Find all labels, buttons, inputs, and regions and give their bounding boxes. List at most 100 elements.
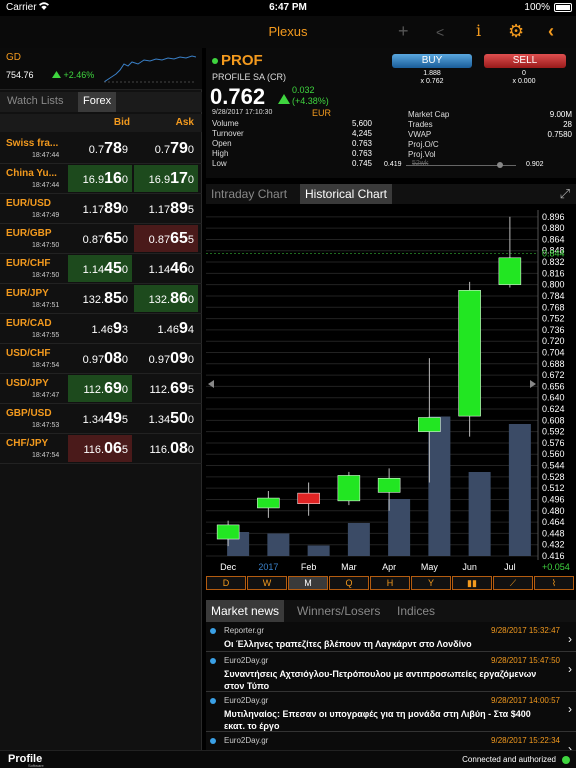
x-tick-label: May <box>421 562 439 572</box>
period-button[interactable]: H <box>370 576 410 590</box>
connection-icon <box>562 756 570 764</box>
historical-chart[interactable]: 0.896 0.880 0.864 0.848 0.832 0.816 0.800 0.784… <box>206 206 576 574</box>
ask-price[interactable]: 16.9170 <box>134 165 198 192</box>
up-arrow-icon <box>52 71 61 78</box>
news-item[interactable]: Euro2Day.gr 9/28/2017 15:22:34 › <box>206 732 576 750</box>
y-tick-label: 0.608 <box>542 415 565 425</box>
ask-price[interactable]: 0.97090 <box>134 345 198 372</box>
share-icon[interactable]: < <box>436 24 444 40</box>
bid-price[interactable]: 116.065 <box>68 435 132 462</box>
period-button[interactable]: Q <box>329 576 369 590</box>
expand-icon[interactable]: ⤢ <box>560 186 570 202</box>
fx-row[interactable]: EUR/USD 18:47:49 1.17890 1.17895 <box>0 194 202 224</box>
connection-status: Connected and authorized <box>462 755 556 764</box>
fx-row[interactable]: EUR/GBP 18:47:50 0.87650 0.87655 <box>0 224 202 254</box>
back-icon[interactable]: ‹ <box>548 21 554 42</box>
fx-row[interactable]: CHF/JPY 18:47:54 116.065 116.080 <box>0 434 202 464</box>
index-summary[interactable]: GD 754.76 +2.46% <box>0 48 202 90</box>
quote-symbol: PROF <box>221 52 263 69</box>
bid-price[interactable]: 1.4693 <box>68 315 132 342</box>
period-button[interactable]: ▮▮ <box>452 576 492 590</box>
live-indicator <box>212 58 218 64</box>
add-icon[interactable]: + <box>398 21 409 42</box>
period-button[interactable]: ⌇ <box>534 576 574 590</box>
chart-tabs: Intraday Chart Historical Chart ⤢ <box>206 184 576 204</box>
x-tick-label: Feb <box>301 562 317 572</box>
fx-row[interactable]: Swiss fra... 18:47:44 0.7789 0.7790 <box>0 134 202 164</box>
app-title: Plexus <box>268 24 308 39</box>
clock: 6:47 PM <box>269 2 307 13</box>
fx-row[interactable]: EUR/JPY 18:47:51 132.850 132.860 <box>0 284 202 314</box>
period-button[interactable]: Y <box>411 576 451 590</box>
news-tabs: Market news Winners/Losers Indices <box>206 600 576 622</box>
fx-time: 18:47:54 <box>32 362 60 369</box>
ask-price[interactable]: 112.695 <box>134 375 198 402</box>
ask-price[interactable]: 1.17895 <box>134 195 198 222</box>
stat-row: Volume 5,600 <box>212 119 372 129</box>
news-item[interactable]: Euro2Day.gr 9/28/2017 14:00:57 Μυτιληναίος… <box>206 692 576 732</box>
bid-price[interactable]: 0.97080 <box>68 345 132 372</box>
bid-price[interactable]: 1.17890 <box>68 195 132 222</box>
ask-price[interactable]: 1.34500 <box>134 405 198 432</box>
fx-row[interactable]: China Yu... 18:47:44 16.9160 16.9170 <box>0 164 202 194</box>
quote-currency: EUR <box>312 108 332 118</box>
bid-price[interactable]: 16.9160 <box>68 165 132 192</box>
tab-market-news[interactable]: Market news <box>206 600 285 622</box>
fx-row[interactable]: USD/JPY 18:47:47 112.690 112.695 <box>0 374 202 404</box>
x-tick-label: Apr <box>382 562 396 572</box>
ask-price[interactable]: 0.87655 <box>134 225 198 252</box>
period-button[interactable]: D <box>206 576 246 590</box>
volume-bar <box>347 523 370 556</box>
bid-price[interactable]: 1.34495 <box>68 405 132 432</box>
fx-row[interactable]: GBP/USD 18:47:53 1.34495 1.34500 <box>0 404 202 434</box>
period-button[interactable]: W <box>247 576 287 590</box>
info-icon[interactable]: i <box>476 21 481 40</box>
buy-button[interactable]: BUY <box>392 54 472 68</box>
ask-price[interactable]: 0.7790 <box>134 135 198 162</box>
tab-intraday-chart[interactable]: Intraday Chart <box>206 184 292 204</box>
fx-pair-name: Swiss fra... <box>6 138 59 149</box>
ask-price[interactable]: 1.4694 <box>134 315 198 342</box>
period-button[interactable]: ⟋ <box>493 576 533 590</box>
fx-row[interactable]: USD/CHF 18:47:54 0.97080 0.97090 <box>0 344 202 374</box>
y-tick-label: 0.592 <box>542 427 565 437</box>
y-tick-label: 0.512 <box>542 483 565 493</box>
period-selector: D W M Q H Y ▮▮ ⟋ ⌇ <box>206 576 576 590</box>
gear-icon[interactable]: ⚙ <box>508 21 524 42</box>
news-item[interactable]: Reporter.gr 9/28/2017 15:32:47 Οι Έλληνες … <box>206 622 576 652</box>
sell-button[interactable]: SELL <box>484 54 566 68</box>
battery-percent: 100% <box>524 2 550 13</box>
candle-body <box>216 524 240 540</box>
bid-price[interactable]: 0.87650 <box>68 225 132 252</box>
buy-price: 1.888 <box>423 70 441 77</box>
tab-winners-losers[interactable]: Winners/Losers <box>292 600 385 622</box>
fx-row[interactable]: EUR/CAD 18:47:55 1.4693 1.4694 <box>0 314 202 344</box>
news-headline: Οι Έλληνες τραπεζίτες βλέπουν τη Λαγκάρν… <box>224 639 472 649</box>
volume-bar <box>468 472 491 556</box>
stat-label: Volume <box>212 119 239 128</box>
stat-row: Proj.Vol <box>408 150 572 160</box>
tab-forex[interactable]: Forex <box>78 92 117 112</box>
bid-price[interactable]: 112.690 <box>68 375 132 402</box>
ask-price[interactable]: 132.860 <box>134 285 198 312</box>
bid-price[interactable]: 1.14450 <box>68 255 132 282</box>
range-marker <box>496 162 503 168</box>
x-tick-label: Dec <box>220 562 237 572</box>
ask-price[interactable]: 116.080 <box>134 435 198 462</box>
news-item[interactable]: Euro2Day.gr 9/28/2017 15:47:50 Συναντήσεις… <box>206 652 576 692</box>
y-tick-label: 0.528 <box>542 472 565 482</box>
tab-indices[interactable]: Indices <box>392 600 440 622</box>
stat-label: Proj.Vol <box>408 150 436 159</box>
tab-watch-lists[interactable]: Watch Lists <box>2 92 68 112</box>
period-button[interactable]: M <box>288 576 328 590</box>
index-value: 754.76 <box>6 70 34 80</box>
stat-label: Open <box>212 139 232 148</box>
bid-price[interactable]: 132.850 <box>68 285 132 312</box>
y-tick-label: 0.720 <box>542 336 565 346</box>
fx-row[interactable]: EUR/CHF 18:47:50 1.14450 1.14460 <box>0 254 202 284</box>
ask-price[interactable]: 1.14460 <box>134 255 198 282</box>
y-tick-label: 0.656 <box>542 381 565 391</box>
tab-historical-chart[interactable]: Historical Chart <box>300 184 393 204</box>
left-tabs: Watch Lists Forex <box>0 92 202 112</box>
bid-price[interactable]: 0.7789 <box>68 135 132 162</box>
